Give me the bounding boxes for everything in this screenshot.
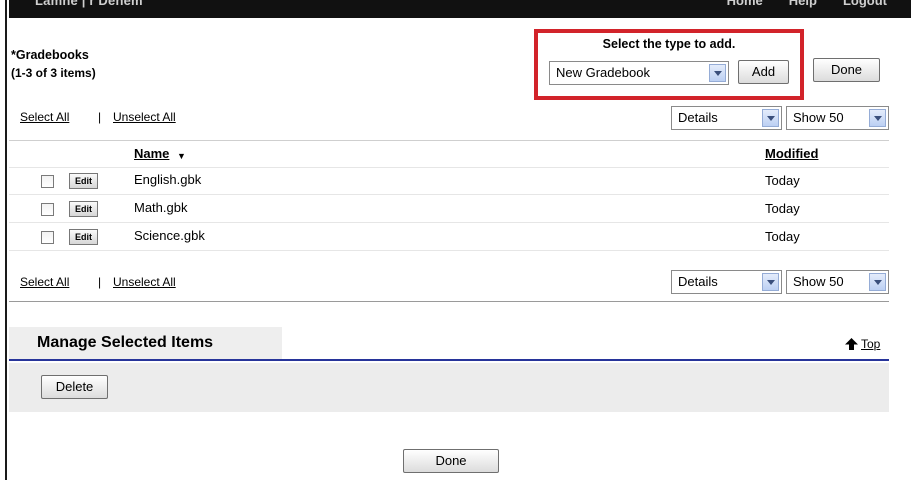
manage-tab: Manage Selected Items: [9, 327, 282, 359]
logout-link[interactable]: Logout: [843, 0, 887, 8]
chevron-down-icon[interactable]: [709, 64, 726, 82]
separator: |: [98, 275, 102, 289]
view-mode-value: Details: [678, 110, 718, 125]
page-size-select-bottom[interactable]: Show 50: [786, 270, 889, 294]
table-row: Edit Math.gbk Today: [9, 196, 889, 223]
page-title: *Gradebooks: [11, 48, 89, 62]
manage-title: Manage Selected Items: [37, 334, 214, 351]
select-all-link-top[interactable]: Select All: [20, 110, 69, 124]
divider: [9, 140, 889, 141]
row-modified: Today: [765, 173, 800, 188]
up-arrow-icon: [845, 337, 858, 350]
chevron-down-icon[interactable]: [762, 273, 779, 291]
sort-desc-icon[interactable]: ▼: [177, 151, 186, 161]
top-nav-bar: Lamne | r Denem Home Help Logout: [9, 0, 911, 18]
app-window: Lamne | r Denem Home Help Logout *Gradeb…: [0, 0, 911, 480]
manage-section-header: Manage Selected Items: [9, 327, 889, 361]
page-size-value: Show 50: [793, 274, 844, 289]
manage-actions-panel: Delete: [9, 363, 889, 412]
chevron-down-icon[interactable]: [869, 273, 886, 291]
row-modified: Today: [765, 229, 800, 244]
add-item-panel: Select the type to add. New Gradebook Ad…: [534, 29, 804, 100]
select-all-link-bottom[interactable]: Select All: [20, 275, 69, 289]
edit-button[interactable]: Edit: [69, 229, 98, 245]
view-mode-select-bottom[interactable]: Details: [671, 270, 782, 294]
row-modified: Today: [765, 201, 800, 216]
column-header-modified[interactable]: Modified: [765, 146, 818, 161]
row-name[interactable]: English.gbk: [134, 172, 201, 187]
unselect-all-link-top[interactable]: Unselect All: [113, 110, 176, 124]
page-size-select-top[interactable]: Show 50: [786, 106, 889, 130]
top-link[interactable]: Top: [845, 337, 880, 351]
row-checkbox[interactable]: [41, 175, 54, 188]
edit-button[interactable]: Edit: [69, 173, 98, 189]
column-header-name[interactable]: Name: [134, 146, 169, 161]
home-link[interactable]: Home: [727, 0, 763, 8]
table-row: Edit English.gbk Today: [9, 168, 889, 195]
breadcrumb[interactable]: Lamne | r Denem: [35, 0, 143, 8]
done-button-top[interactable]: Done: [813, 58, 880, 82]
add-type-value: New Gradebook: [556, 65, 650, 80]
add-button[interactable]: Add: [738, 60, 789, 84]
delete-button[interactable]: Delete: [41, 375, 108, 399]
row-name[interactable]: Science.gbk: [134, 228, 205, 243]
edit-button[interactable]: Edit: [69, 201, 98, 217]
divider: [9, 301, 889, 302]
view-mode-select-top[interactable]: Details: [671, 106, 782, 130]
page-size-value: Show 50: [793, 110, 844, 125]
row-name[interactable]: Math.gbk: [134, 200, 187, 215]
item-count: (1-3 of 3 items): [11, 66, 96, 80]
chevron-down-icon[interactable]: [762, 109, 779, 127]
row-checkbox[interactable]: [41, 203, 54, 216]
separator: |: [98, 110, 102, 124]
unselect-all-link-bottom[interactable]: Unselect All: [113, 275, 176, 289]
done-button-bottom[interactable]: Done: [403, 449, 499, 473]
help-link[interactable]: Help: [789, 0, 817, 8]
window-left-border: [0, 0, 7, 480]
row-checkbox[interactable]: [41, 231, 54, 244]
top-nav-links: Home Help Logout: [727, 0, 887, 8]
add-type-label: Select the type to add.: [602, 37, 736, 51]
table-row: Edit Science.gbk Today: [9, 224, 889, 251]
add-type-select[interactable]: New Gradebook: [549, 61, 729, 85]
chevron-down-icon[interactable]: [869, 109, 886, 127]
top-link-label[interactable]: Top: [861, 337, 880, 351]
view-mode-value: Details: [678, 274, 718, 289]
